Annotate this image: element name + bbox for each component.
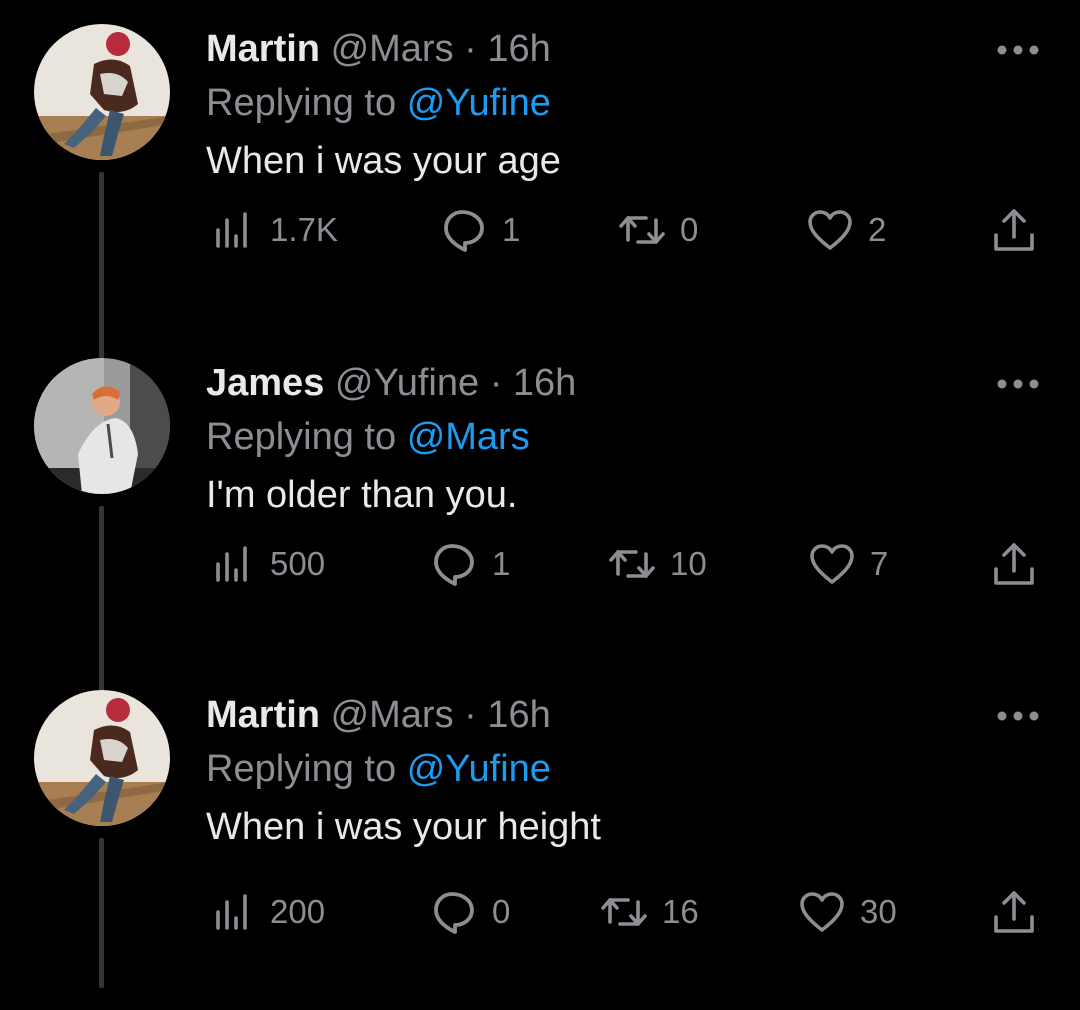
action-bar: 200 0 16 30 — [206, 886, 1046, 938]
retweet-count: 0 — [680, 211, 699, 248]
mention-link[interactable]: @Yufine — [407, 748, 551, 790]
avatar[interactable] — [34, 690, 170, 826]
share-icon — [988, 886, 1040, 938]
retweet-button[interactable]: 0 — [616, 204, 698, 256]
replying-to-label: Replying to — [206, 82, 397, 124]
thread-line — [99, 506, 104, 704]
like-button[interactable]: 2 — [804, 204, 886, 256]
timestamp[interactable]: 16h — [513, 362, 576, 404]
replying-to-label: Replying to — [206, 416, 397, 458]
user-handle[interactable]: @Yufine — [335, 362, 479, 404]
heart-icon — [806, 538, 858, 590]
separator-dot: · — [464, 28, 477, 70]
like-button[interactable]: 30 — [796, 886, 897, 938]
avatar[interactable] — [34, 358, 170, 494]
retweet-count: 10 — [670, 545, 707, 582]
action-bar: 500 1 10 7 — [206, 538, 1046, 590]
mention-link[interactable]: @Yufine — [407, 82, 551, 124]
tweet-header: James @Yufine · 16h — [206, 358, 576, 408]
tweet-header: Martin @Mars · 16h — [206, 24, 551, 74]
views-button[interactable]: 500 — [206, 538, 325, 590]
views-button[interactable]: 200 — [206, 886, 325, 938]
more-dots-icon[interactable] — [994, 42, 1042, 58]
share-button[interactable] — [988, 204, 1040, 256]
share-icon — [988, 538, 1040, 590]
share-icon — [988, 204, 1040, 256]
retweet-icon — [598, 886, 650, 938]
like-count: 30 — [860, 893, 897, 930]
reply-button[interactable]: 1 — [428, 538, 510, 590]
like-button[interactable]: 7 — [806, 538, 888, 590]
tweet-header: Martin @Mars · 16h — [206, 690, 551, 740]
reply-button[interactable]: 1 — [438, 204, 520, 256]
like-count: 2 — [868, 211, 887, 248]
display-name[interactable]: Martin — [206, 28, 320, 70]
tweet-text: I'm older than you. — [206, 474, 518, 516]
views-count: 1.7K — [270, 211, 338, 248]
retweet-count: 16 — [662, 893, 699, 930]
thread-line — [99, 172, 104, 370]
replying-to: Replying to @Yufine — [206, 78, 551, 128]
display-name[interactable]: Martin — [206, 694, 320, 736]
avatar[interactable] — [34, 24, 170, 160]
separator-dot: · — [489, 362, 503, 404]
action-bar: 1.7K 1 0 2 — [206, 204, 1046, 256]
mention-link[interactable]: @Mars — [407, 416, 530, 458]
replying-to: Replying to @Mars — [206, 412, 530, 462]
user-handle[interactable]: @Mars — [331, 28, 454, 70]
speech-bubble-icon — [428, 538, 480, 590]
heart-icon — [804, 204, 856, 256]
thread-line — [99, 838, 104, 988]
more-dots-icon[interactable] — [994, 376, 1042, 392]
tweet-text: When i was your height — [206, 806, 601, 848]
replying-to: Replying to @Yufine — [206, 744, 551, 794]
speech-bubble-icon — [428, 886, 480, 938]
user-handle[interactable]: @Mars — [331, 694, 454, 736]
separator-dot: · — [464, 694, 477, 736]
reply-button[interactable]: 0 — [428, 886, 510, 938]
reply-count: 0 — [492, 893, 511, 930]
replying-to-label: Replying to — [206, 748, 397, 790]
timestamp[interactable]: 16h — [487, 694, 550, 736]
share-button[interactable] — [988, 538, 1040, 590]
views-button[interactable]: 1.7K — [206, 204, 338, 256]
like-count: 7 — [870, 545, 889, 582]
reply-count: 1 — [502, 211, 521, 248]
more-dots-icon[interactable] — [994, 708, 1042, 724]
bar-chart-icon — [206, 886, 258, 938]
bar-chart-icon — [206, 204, 258, 256]
timestamp[interactable]: 16h — [487, 28, 550, 70]
tweet-text: When i was your age — [206, 140, 561, 182]
reply-count: 1 — [492, 545, 511, 582]
speech-bubble-icon — [438, 204, 490, 256]
display-name[interactable]: James — [206, 362, 324, 404]
retweet-icon — [616, 204, 668, 256]
retweet-button[interactable]: 10 — [606, 538, 707, 590]
retweet-button[interactable]: 16 — [598, 886, 699, 938]
views-count: 200 — [270, 893, 326, 930]
share-button[interactable] — [988, 886, 1040, 938]
views-count: 500 — [270, 545, 326, 582]
retweet-icon — [606, 538, 658, 590]
heart-icon — [796, 886, 848, 938]
bar-chart-icon — [206, 538, 258, 590]
